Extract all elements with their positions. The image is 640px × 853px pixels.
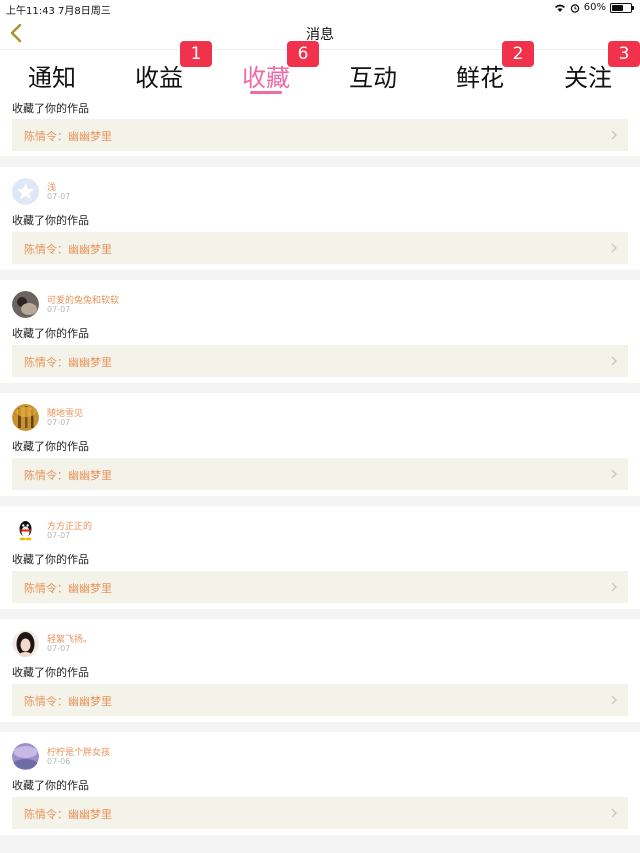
- work-title: 陈情令：幽幽梦里: [24, 695, 112, 708]
- work-link[interactable]: 陈情令：幽幽梦里: [12, 571, 628, 603]
- date: 07-07: [47, 418, 71, 427]
- tab-badge-favorites: 6: [287, 41, 319, 67]
- tab-notifications[interactable]: 通知: [2, 58, 102, 93]
- list-item: 可爱的兔兔和软软 07-07 收藏了你的作品 陈情令：幽幽梦里: [0, 280, 640, 383]
- action-text: 收藏了你的作品: [12, 553, 89, 566]
- list-item: 方方正正的 07-07 收藏了你的作品 陈情令：幽幽梦里: [0, 506, 640, 609]
- list-item: 浅 07-07 收藏了你的作品 陈情令：幽幽梦里: [0, 167, 640, 270]
- action-text: 收藏了你的作品: [12, 779, 89, 792]
- chevron-right-icon: [611, 469, 617, 479]
- work-link[interactable]: 陈情令：幽幽梦里: [12, 119, 628, 151]
- work-link[interactable]: 陈情令：幽幽梦里: [12, 345, 628, 377]
- chevron-right-icon: [611, 695, 617, 705]
- battery-percent: 60%: [583, 2, 606, 13]
- tab-badge-flowers: 2: [502, 41, 534, 67]
- photo-avatar[interactable]: [12, 291, 39, 318]
- tab-badge-earnings: 1: [180, 41, 212, 67]
- battery-fill: [612, 4, 623, 11]
- list-item: 轻絮飞扬。 07-07 收藏了你的作品 陈情令：幽幽梦里: [0, 619, 640, 722]
- photo-avatar[interactable]: [12, 743, 39, 770]
- penguin-avatar-icon[interactable]: [12, 517, 39, 544]
- star-avatar-icon[interactable]: [12, 178, 39, 205]
- date: 07-06: [47, 757, 71, 766]
- work-title: 陈情令：幽幽梦里: [24, 130, 112, 143]
- work-title: 陈情令：幽幽梦里: [24, 243, 112, 256]
- work-title: 陈情令：幽幽梦里: [24, 808, 112, 821]
- action-text: 收藏了你的作品: [12, 102, 89, 115]
- status-icons: 60%: [554, 2, 634, 13]
- photo-avatar[interactable]: [12, 404, 39, 431]
- alarm-icon: [570, 3, 579, 13]
- nav-bar: 消息: [0, 16, 640, 50]
- chevron-right-icon: [611, 808, 617, 818]
- action-text: 收藏了你的作品: [12, 666, 89, 679]
- work-title: 陈情令：幽幽梦里: [24, 469, 112, 482]
- action-text: 收藏了你的作品: [12, 440, 89, 453]
- photo-avatar[interactable]: [12, 630, 39, 657]
- work-link[interactable]: 陈情令：幽幽梦里: [12, 458, 628, 490]
- status-bar: 上午11:43 7月8日周三 60%: [0, 0, 640, 17]
- active-tab-indicator: [250, 91, 282, 94]
- work-link[interactable]: 陈情令：幽幽梦里: [12, 684, 628, 716]
- battery-icon: [610, 2, 634, 13]
- list-item: 收藏了你的作品 陈情令：幽幽梦里: [0, 98, 640, 156]
- work-title: 陈情令：幽幽梦里: [24, 356, 112, 369]
- list-item: 柠柠是个胖女孩 07-06 收藏了你的作品 陈情令：幽幽梦里: [0, 732, 640, 835]
- date: 07-07: [47, 531, 71, 540]
- wifi-icon: [554, 4, 565, 12]
- tab-bar: 通知 收益 收藏 互动 鲜花 关注: [0, 50, 640, 98]
- favorites-list: 收藏了你的作品 陈情令：幽幽梦里 浅 07-07 收藏了你的作品 陈情令：幽幽梦…: [0, 98, 640, 853]
- work-link[interactable]: 陈情令：幽幽梦里: [12, 232, 628, 264]
- chevron-right-icon: [611, 356, 617, 366]
- battery-cap: [632, 5, 634, 10]
- list-item: 随地雪见 07-07 收藏了你的作品 陈情令：幽幽梦里: [0, 393, 640, 496]
- chevron-right-icon: [611, 130, 617, 140]
- page-title: 消息: [306, 27, 334, 43]
- work-title: 陈情令：幽幽梦里: [24, 582, 112, 595]
- chevron-right-icon: [611, 243, 617, 253]
- chevron-right-icon: [611, 582, 617, 592]
- status-time: 上午11:43 7月8日周三: [6, 6, 111, 17]
- tab-badge-follows: 3: [608, 41, 640, 67]
- date: 07-07: [47, 305, 71, 314]
- date: 07-07: [47, 192, 71, 201]
- work-link[interactable]: 陈情令：幽幽梦里: [12, 797, 628, 829]
- date: 07-07: [47, 644, 71, 653]
- tab-interactions[interactable]: 互动: [323, 58, 423, 93]
- action-text: 收藏了你的作品: [12, 214, 89, 227]
- action-text: 收藏了你的作品: [12, 327, 89, 340]
